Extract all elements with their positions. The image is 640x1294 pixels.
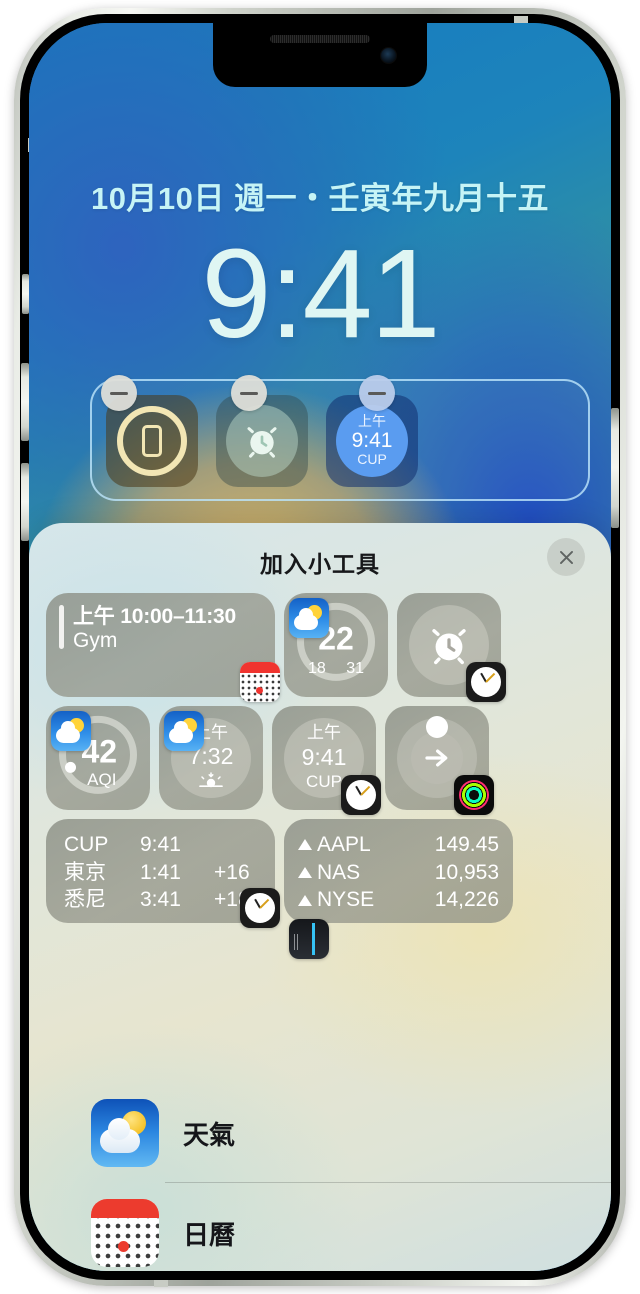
event-title: Gym [73, 628, 118, 652]
weather-app-icon [164, 711, 204, 751]
temperature-low: 18 [308, 659, 326, 677]
stock-row: NYSE 14,226 [298, 886, 499, 914]
phone-screen: 10月10日 週一・壬寅年九月十五 9:41 上午 9:41 CUP 加入小工具… [29, 23, 611, 1271]
stock-row: NAS 10,953 [298, 859, 499, 887]
antenna-line-top [514, 16, 528, 23]
stock-value: 14,226 [434, 888, 499, 912]
widget-option-air-quality[interactable]: 42 AQI [46, 706, 150, 810]
clock-city: CUP [64, 833, 109, 856]
clock-time: 3:41 [140, 888, 181, 912]
clock-app-icon [240, 888, 280, 928]
power-button[interactable] [611, 408, 619, 528]
phone-frame: 10月10日 週一・壬寅年九月十五 9:41 上午 9:41 CUP 加入小工具… [14, 8, 626, 1287]
world-clock-city: CUP [357, 451, 387, 468]
stocks-app-icon [289, 919, 329, 960]
front-camera-icon [380, 47, 397, 64]
calendar-app-icon [91, 1199, 159, 1267]
speaker-grille [270, 35, 370, 43]
widget-option-world-clock-list[interactable]: CUP 9:41 東京 1:41 +16 悉尼 3:41 +18 [46, 819, 280, 928]
clock-time: 9:41 [140, 833, 181, 856]
clock-offset: +16 [214, 860, 250, 884]
sheet-title: 加入小工具 [260, 551, 380, 577]
world-clock-time: 9:41 [351, 429, 393, 453]
world-clock-face: 上午 9:41 CUP [336, 405, 408, 477]
stock-symbol: NYSE [317, 888, 375, 912]
clock-list-row: 東京 1:41 +16 [64, 859, 275, 887]
lock-screen-time: 9:41 [201, 223, 440, 364]
clock-city: 悉尼 [64, 888, 106, 912]
stock-value: 10,953 [434, 860, 499, 884]
stock-row: AAPL 149.45 [298, 831, 499, 859]
widget-option-world-clock[interactable]: 上午 9:41 CUP [272, 706, 381, 815]
volume-up-button[interactable] [21, 363, 29, 441]
weather-app-icon [51, 711, 91, 751]
clock-city: 東京 [64, 860, 106, 884]
temperature-high: 31 [346, 659, 364, 677]
stock-symbol: AAPL [317, 833, 371, 856]
remove-widget-alarm-button[interactable] [231, 375, 267, 411]
widget-option-calendar-event[interactable]: 上午 10:00–11:30 Gym [46, 593, 280, 702]
widget-option-sunset[interactable]: 上午 7:32 [159, 706, 263, 810]
app-name: 日曆 [183, 1219, 236, 1250]
world-clock-time: 9:41 [301, 743, 347, 770]
clock-list-row: CUP 9:41 [64, 831, 275, 859]
world-clock-city: CUP [306, 772, 342, 792]
widget-gallery: 上午 10:00–11:30 Gym 22 18 31 42 AQI 上午 7:… [46, 593, 611, 960]
sunset-icon [198, 772, 224, 793]
antenna-line-bottom [154, 1280, 168, 1287]
trend-up-icon [298, 894, 312, 906]
trend-up-icon [298, 867, 312, 879]
volume-down-button[interactable] [21, 463, 29, 541]
app-list: 天氣 日曆 [29, 1083, 611, 1271]
event-color-bar [59, 605, 64, 649]
event-time: 上午 10:00–11:30 [73, 605, 236, 628]
remove-widget-world-clock-button[interactable] [359, 375, 395, 411]
fitness-dot [426, 716, 448, 738]
lockscreen-widget-row[interactable]: 上午 9:41 CUP [90, 379, 590, 501]
world-clock-ampm: 上午 [358, 413, 386, 430]
widget-option-alarm[interactable] [397, 593, 506, 702]
close-icon[interactable] [547, 538, 585, 576]
aqi-label: AQI [87, 769, 117, 789]
app-list-item-calendar[interactable]: 日曆 [29, 1183, 611, 1271]
calendar-app-icon [240, 662, 280, 702]
stock-value: 149.45 [434, 833, 499, 856]
weather-app-icon [91, 1099, 159, 1167]
widget-option-fitness[interactable] [385, 706, 494, 815]
stock-symbol: NAS [317, 860, 361, 884]
clock-time: 1:41 [140, 860, 181, 884]
app-name: 天氣 [183, 1119, 236, 1150]
add-widget-sheet: 加入小工具 上午 10:00–11:30 Gym 22 18 31 42 AQI… [29, 523, 611, 1271]
alarm-clock-icon [226, 405, 298, 477]
notch [213, 23, 427, 87]
arrow-right-icon [425, 749, 448, 767]
phone-in-ring-icon [117, 406, 187, 476]
trend-up-icon [298, 839, 312, 851]
widget-gallery-row: CUP 9:41 東京 1:41 +16 悉尼 3:41 +18 AAPL 14… [46, 819, 611, 960]
clock-offset [214, 831, 270, 859]
lockscreen-widget-alarm[interactable] [216, 395, 308, 487]
widget-option-stocks[interactable]: AAPL 149.45 NAS 10,953 NYSE 14,226 [284, 819, 513, 960]
weather-app-icon [289, 598, 329, 638]
phone-glyph-icon [142, 425, 162, 457]
fitness-app-icon [454, 775, 494, 815]
widget-gallery-row: 42 AQI 上午 7:32 上午 9:41 CUP [46, 706, 611, 815]
clock-app-icon [466, 662, 506, 702]
widget-gallery-row: 上午 10:00–11:30 Gym 22 18 31 [46, 593, 611, 702]
lock-screen-date: 10月10日 週一・壬寅年九月十五 [90, 181, 550, 216]
remove-widget-find-my-button[interactable] [101, 375, 137, 411]
silent-switch[interactable] [22, 274, 29, 314]
clock-app-icon [341, 775, 381, 815]
phone-bezel: 10月10日 週一・壬寅年九月十五 9:41 上午 9:41 CUP 加入小工具… [20, 14, 620, 1280]
app-list-item-weather[interactable]: 天氣 [29, 1083, 611, 1183]
world-clock-ampm: 上午 [307, 723, 341, 743]
widget-option-temperature[interactable]: 22 18 31 [284, 593, 388, 697]
